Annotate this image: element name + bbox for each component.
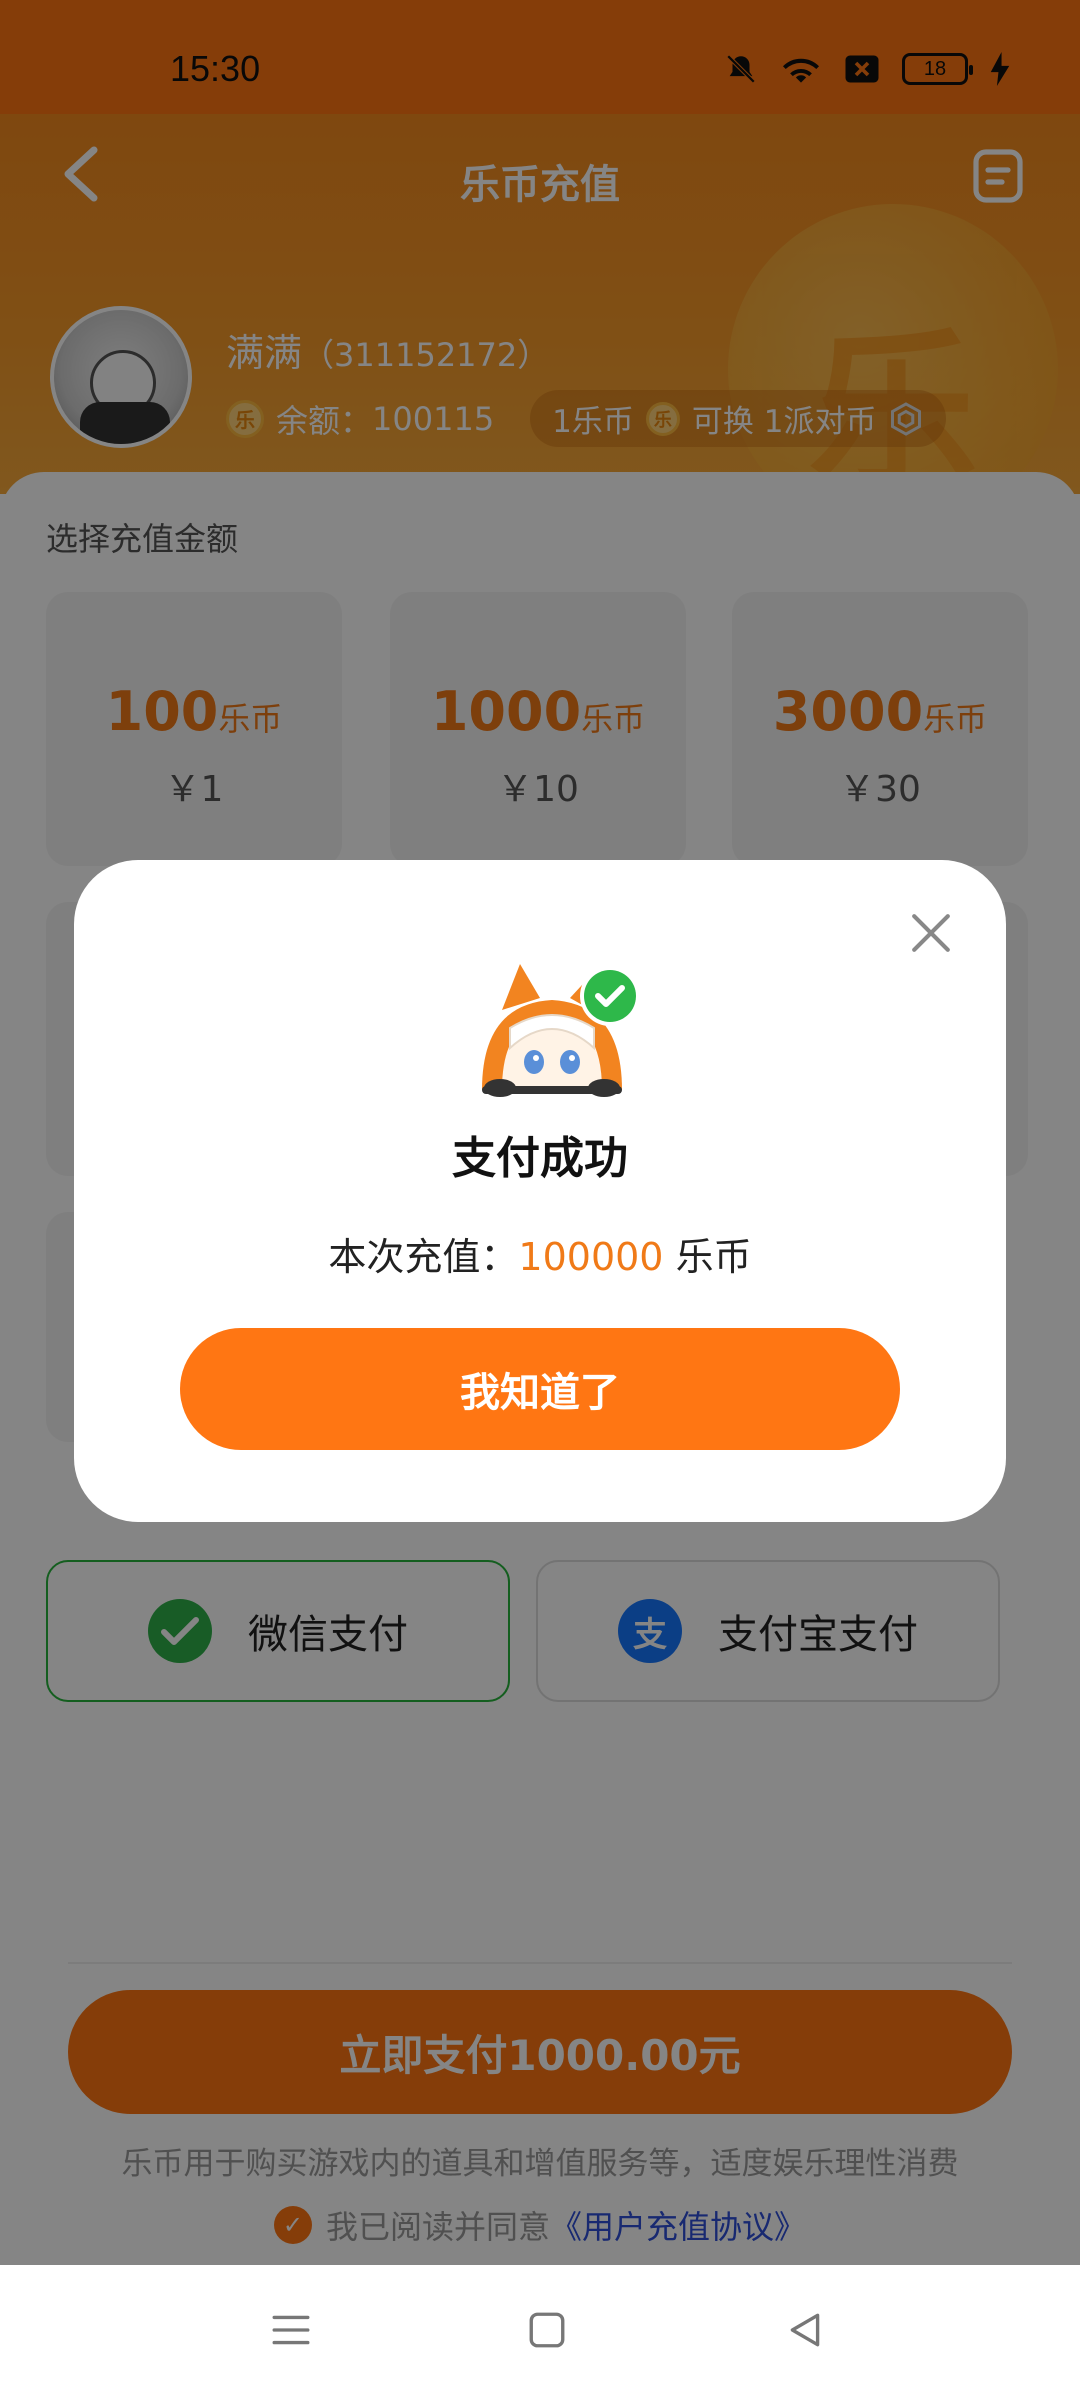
- dialog-amount: 100000: [518, 1235, 664, 1279]
- menu-icon[interactable]: [270, 2309, 312, 2351]
- dialog-unit: 乐币: [675, 1235, 752, 1279]
- got-it-button[interactable]: 我知道了: [180, 1328, 900, 1450]
- dialog-recharge-line: 本次充值：100000 乐币: [74, 1226, 1006, 1281]
- back-icon[interactable]: [784, 2309, 826, 2351]
- close-button[interactable]: [910, 912, 952, 958]
- payment-success-dialog: 支付成功 本次充值：100000 乐币 我知道了: [74, 860, 1006, 1522]
- system-nav-bar: [0, 2265, 1080, 2400]
- home-icon[interactable]: [526, 2309, 568, 2351]
- mascot-success-illustration: [482, 964, 640, 1097]
- dialog-line-prefix: 本次充值：: [328, 1235, 519, 1279]
- dialog-title: 支付成功: [452, 1133, 628, 1184]
- close-icon: [912, 914, 950, 952]
